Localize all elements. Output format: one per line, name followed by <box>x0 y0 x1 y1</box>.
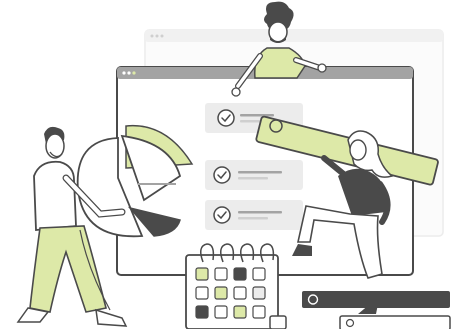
illustration-canvas <box>16 1 451 329</box>
onboarding-illustration <box>0 0 451 329</box>
checklist-row <box>205 160 303 190</box>
calendar-icon <box>185 243 287 329</box>
checklist-row <box>205 200 303 230</box>
